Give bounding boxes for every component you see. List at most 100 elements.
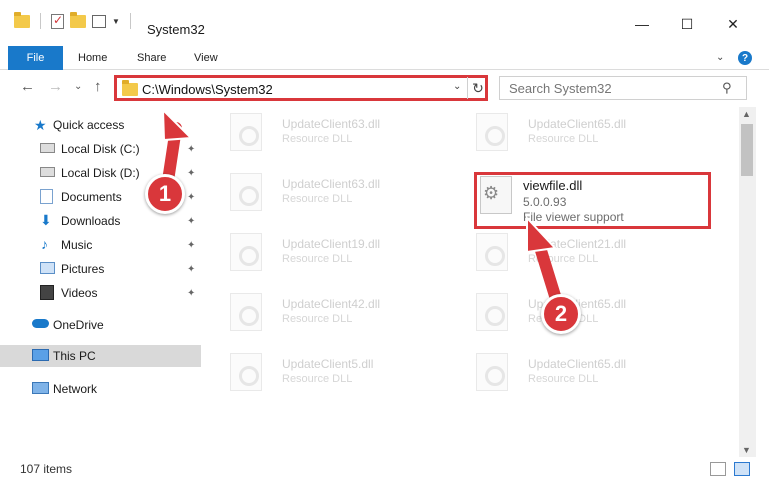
sidebar-item-quick-access[interactable]: ★ Quick access (0, 114, 201, 136)
file-item[interactable]: UpdateClient42.dll Resource DLL (216, 287, 456, 337)
chevron-down-icon[interactable]: ▼ (112, 17, 120, 26)
sidebar-item-pictures[interactable]: Pictures ✦ (0, 258, 201, 280)
scroll-thumb[interactable] (741, 124, 753, 176)
close-button[interactable]: ✕ (710, 12, 756, 36)
tab-share[interactable]: Share (137, 52, 166, 64)
properties-check-icon[interactable] (51, 13, 64, 29)
details-view-icon[interactable] (710, 462, 726, 476)
up-arrow-icon[interactable]: ↑ (94, 78, 102, 95)
file-description: Resource DLL (282, 313, 353, 325)
navigation-bar: ← → ⌄ ↑ C:\Windows\System32 ⌄ ↻ Search S… (0, 72, 769, 104)
scroll-up-icon[interactable]: ▲ (742, 109, 751, 119)
help-icon[interactable]: ? (738, 51, 752, 65)
file-item[interactable]: UpdateClient5.dll Resource DLL (216, 347, 456, 397)
file-item[interactable]: UpdateClient63.dll Resource DLL (216, 167, 456, 217)
expand-ribbon-icon[interactable]: ⌄ (716, 52, 724, 63)
minimize-button[interactable]: — (619, 12, 665, 36)
file-item[interactable]: UpdateClient65.dll Resource DLL (462, 347, 702, 397)
search-icon[interactable]: ⚲ (722, 80, 732, 96)
search-placeholder: Search System32 (509, 81, 612, 96)
new-folder-icon[interactable] (70, 11, 86, 28)
refresh-icon[interactable]: ↻ (467, 77, 488, 99)
file-description: Resource DLL (282, 373, 353, 385)
vertical-scrollbar[interactable]: ▲ ▼ (739, 107, 756, 457)
folder-icon (122, 80, 138, 96)
file-name: UpdateClient21.dll (528, 237, 627, 251)
tab-home[interactable]: Home (78, 52, 107, 64)
sidebar-item-downloads[interactable]: ⬇ Downloads ✦ (0, 210, 201, 232)
sidebar-item-this-pc[interactable]: This PC (0, 345, 201, 367)
pin-icon[interactable]: ✦ (187, 264, 195, 275)
dll-file-icon (230, 233, 262, 271)
tab-file[interactable]: File (8, 46, 63, 70)
file-item[interactable]: UpdateClient65.dll Resource DLL (462, 107, 702, 157)
file-name: UpdateClient5.dll (282, 357, 374, 371)
pin-icon[interactable]: ✦ (187, 240, 195, 251)
file-name: UpdateClient65.dll (528, 357, 627, 371)
window-title: System32 (147, 22, 205, 37)
customize-icon[interactable] (92, 14, 106, 28)
pin-icon[interactable]: ✦ (187, 144, 195, 155)
cloud-icon (32, 319, 49, 328)
pictures-icon (40, 262, 55, 274)
search-input[interactable]: Search System32 ⚲ (499, 76, 747, 100)
sidebar-item-music[interactable]: ♪ Music ✦ (0, 234, 201, 256)
ribbon: File Home Share View ⌄ ? (0, 44, 769, 70)
sidebar-item-local-disk-c[interactable]: Local Disk (C:) ✦ (0, 138, 201, 160)
file-name: UpdateClient63.dll (282, 177, 381, 191)
address-path[interactable]: C:\Windows\System32 (142, 82, 273, 97)
pin-icon[interactable]: ✦ (187, 216, 195, 227)
star-icon: ★ (34, 117, 47, 133)
file-item[interactable]: UpdateClient19.dll Resource DLL (216, 227, 456, 277)
file-name: UpdateClient19.dll (282, 237, 381, 251)
file-name: UpdateClient65.dll (528, 117, 627, 131)
sidebar-item-label: Videos (61, 286, 98, 300)
gear-icon: ⚙ (483, 183, 500, 203)
sidebar-item-label: This PC (53, 349, 96, 363)
tab-view[interactable]: View (194, 52, 218, 64)
music-icon: ♪ (41, 236, 48, 252)
file-description: Resource DLL (528, 133, 599, 145)
dll-file-icon (230, 173, 262, 211)
recent-locations-icon[interactable]: ⌄ (74, 81, 82, 92)
forward-arrow-icon[interactable]: → (48, 78, 63, 95)
sidebar-item-label: Local Disk (D:) (61, 166, 140, 180)
pin-icon[interactable]: ✦ (187, 168, 195, 179)
back-arrow-icon[interactable]: ← (20, 78, 35, 95)
large-icons-view-icon[interactable] (734, 462, 750, 476)
status-bar: 107 items (0, 458, 769, 482)
chevron-down-icon[interactable]: ⌄ (453, 81, 461, 92)
address-bar[interactable]: C:\Windows\System32 ⌄ ↻ (114, 75, 488, 101)
sidebar-item-label: Quick access (53, 118, 125, 132)
sidebar-item-label: Downloads (61, 214, 121, 228)
file-name: UpdateClient42.dll (282, 297, 381, 311)
divider (129, 13, 131, 29)
highlighted-file-item[interactable]: ⚙ viewfile.dll 5.0.0.93 File viewer supp… (474, 172, 711, 229)
dll-file-icon (230, 353, 262, 391)
drive-icon (40, 167, 55, 177)
file-description: Resource DLL (282, 193, 353, 205)
callout-badge-one: 1 (145, 174, 185, 214)
sidebar-item-label: Music (61, 238, 93, 252)
file-description: File viewer support (523, 210, 624, 224)
file-description: Resource DLL (528, 373, 599, 385)
file-item[interactable]: UpdateClient21.dll Resource DLL (462, 227, 702, 277)
downloads-icon: ⬇ (40, 212, 52, 228)
maximize-button[interactable]: ☐ (664, 12, 710, 36)
dll-file-icon (230, 293, 262, 331)
sidebar-item-network[interactable]: Network (0, 378, 201, 400)
file-description: Resource DLL (528, 253, 599, 265)
sidebar-item-onedrive[interactable]: OneDrive (0, 314, 201, 336)
file-description: Resource DLL (282, 253, 353, 265)
file-list: UpdateClient63.dll Resource DLL UpdateCl… (208, 107, 739, 457)
sidebar-item-label: Network (53, 382, 98, 396)
pin-icon[interactable]: ✦ (187, 192, 195, 203)
scroll-down-icon[interactable]: ▼ (742, 445, 751, 455)
network-icon (32, 382, 49, 394)
pin-icon[interactable]: ✦ (187, 288, 195, 299)
file-item[interactable]: UpdateClient65.dll Resource DLL (462, 287, 702, 337)
file-item[interactable]: UpdateClient63.dll Resource DLL (216, 107, 456, 157)
file-version: 5.0.0.93 (523, 195, 567, 209)
sidebar-item-videos[interactable]: Videos ✦ (0, 282, 201, 304)
item-count: 107 items (20, 462, 73, 476)
